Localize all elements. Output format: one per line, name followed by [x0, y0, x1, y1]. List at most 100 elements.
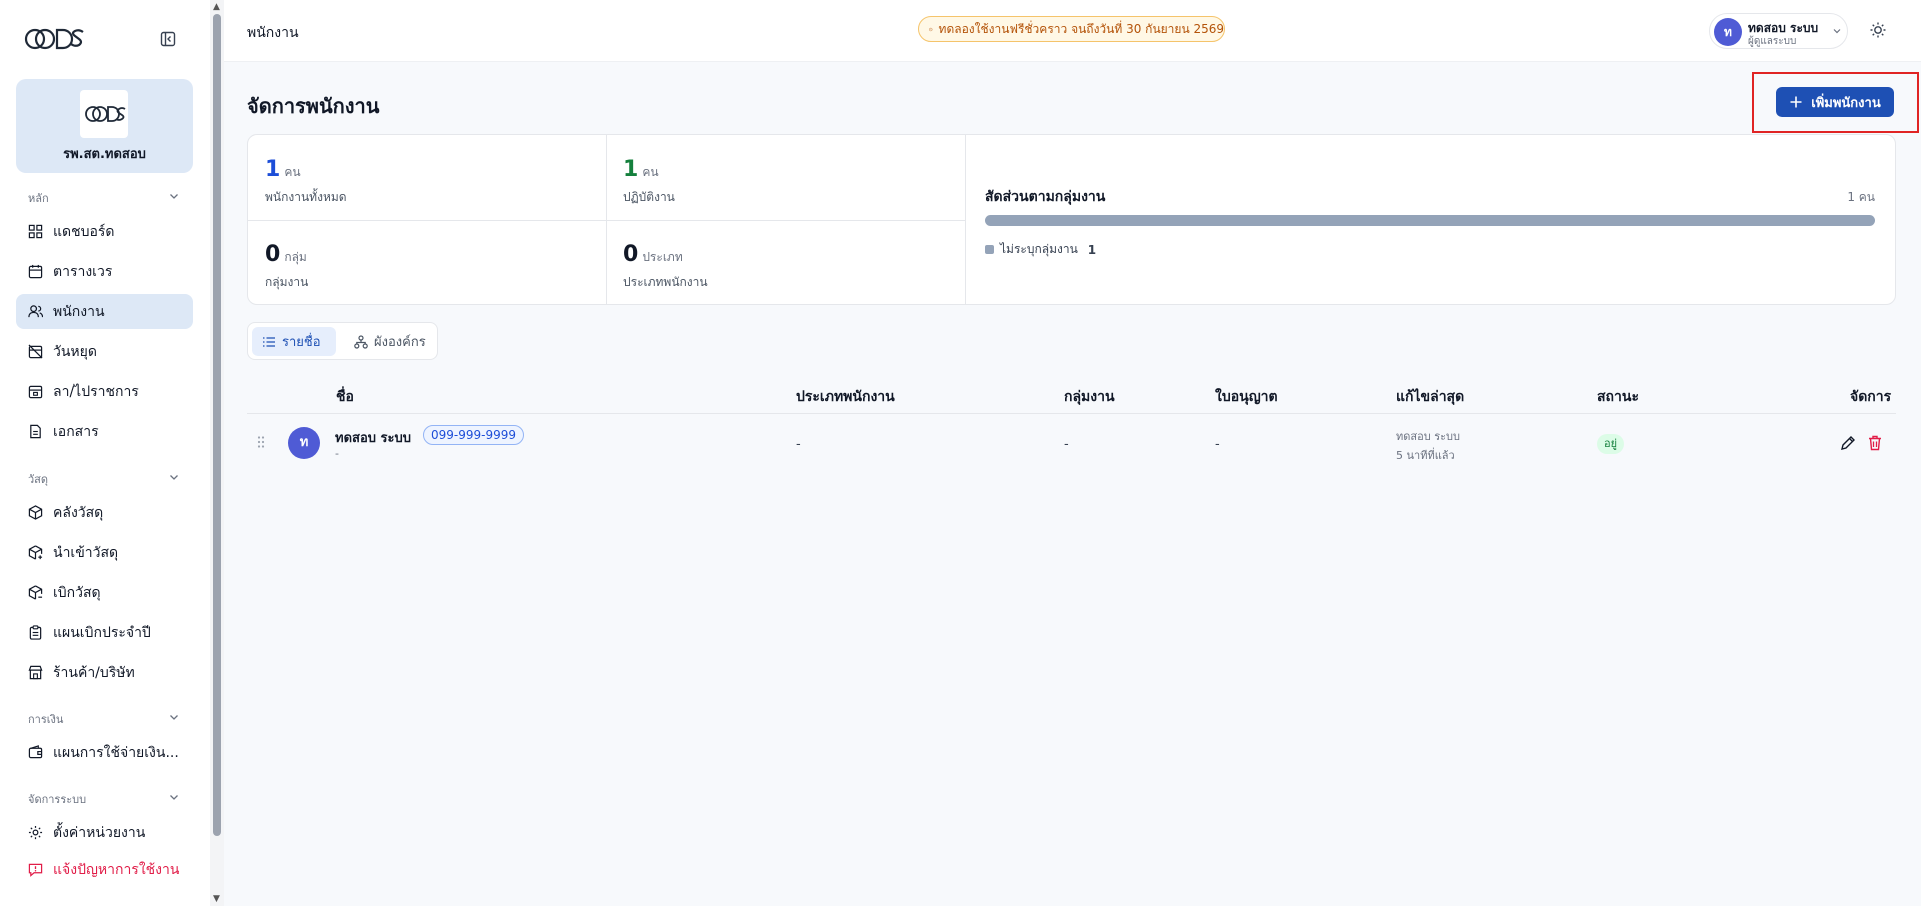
tab-label: ผังองค์กร: [374, 335, 426, 350]
tab-org-chart[interactable]: ผังองค์กร: [344, 327, 436, 356]
stat-value: 0 ประเภท: [623, 242, 683, 267]
scroll-down-arrow-icon[interactable]: ▼: [213, 894, 220, 904]
clipboard-icon: [29, 625, 42, 640]
alert-message-icon: [28, 863, 43, 877]
scroll-up-arrow-icon[interactable]: ▲: [213, 2, 220, 12]
organization-logo: [80, 90, 128, 138]
employee-name[interactable]: ทดสอบ ระบบ: [335, 427, 411, 448]
status-badge: อยู่: [1597, 434, 1625, 454]
column-header-status[interactable]: สถานะ: [1597, 386, 1639, 408]
scroll-thumb[interactable]: [213, 14, 221, 836]
sidebar-item-schedule[interactable]: ตารางเวร: [16, 254, 193, 289]
topbar: พนักงาน ทดลองใช้งานฟรีชั่วคราว จนถึงวันท…: [224, 0, 1921, 62]
sidebar-item-annual-plan[interactable]: แผนเบิกประจำปี: [16, 615, 193, 650]
column-header-updated[interactable]: แก้ไขล่าสุด: [1396, 386, 1464, 408]
stat-value: 0 กลุ่ม: [265, 242, 307, 267]
column-header-group[interactable]: กลุ่มงาน: [1064, 386, 1115, 408]
dashboard-icon: [28, 224, 43, 239]
collapse-sidebar-icon[interactable]: [160, 31, 176, 47]
sidebar-item-inventory[interactable]: คลังวัสดุ: [16, 495, 193, 530]
sidebar-item-leave[interactable]: ลา/ไปราชการ: [16, 374, 193, 409]
sidebar-item-import-materials[interactable]: นำเข้าวัสดุ: [16, 535, 193, 570]
table-header: ชื่อ ประเภทพนักงาน กลุ่มงาน ใบอนุญาต แก้…: [247, 380, 1896, 414]
tab-list[interactable]: รายชื่อ: [252, 327, 336, 356]
stat-label: ประเภทพนักงาน: [623, 275, 708, 289]
stat-label: กลุ่มงาน: [265, 275, 309, 289]
tab-label: รายชื่อ: [282, 335, 321, 350]
add-employee-button[interactable]: เพิ่มพนักงาน: [1776, 87, 1894, 117]
clock-icon: [929, 27, 933, 31]
sidebar-item-withdraw-materials[interactable]: เบิกวัสดุ: [16, 575, 193, 610]
employee-group: -: [1064, 437, 1069, 452]
calendar-off-icon: [28, 344, 43, 359]
section-main[interactable]: หลัก: [28, 189, 180, 205]
sidebar-item-employees[interactable]: พนักงาน: [16, 294, 193, 329]
stats-card: 1 คน พนักงานทั้งหมด 1 คน ปฏิบัติงาน 0 กลุ่ม…: [247, 134, 1896, 305]
sidebar-item-spending-plan[interactable]: แผนการใช้จ่ายเงิน...: [16, 735, 193, 770]
list-icon: [263, 336, 275, 347]
legend-label: ไม่ระบุกลุ่มงาน: [1000, 242, 1078, 256]
sidebar-item-holidays[interactable]: วันหยุด: [16, 334, 193, 369]
user-role: ผู้ดูแลระบบ: [1748, 36, 1797, 47]
chevron-down-icon: [1833, 29, 1841, 34]
sidebar-item-label: ลา/ไปราชการ: [53, 383, 139, 400]
sidebar-item-dashboard[interactable]: แดชบอร์ด: [16, 214, 193, 249]
column-header-manage: จัดการ: [1850, 389, 1892, 405]
column-header-license[interactable]: ใบอนุญาต: [1215, 386, 1278, 408]
avatar: ท: [1714, 18, 1742, 46]
chevron-down-icon: [170, 194, 178, 199]
column-header-type[interactable]: ประเภทพนักงาน: [796, 386, 895, 408]
trial-text: ทดลองใช้งานฟรีชั่วคราว จนถึงวันที่ 30 กั…: [938, 21, 1224, 36]
employee-type: -: [796, 437, 801, 452]
sidebar-item-label: แผนการใช้จ่ายเงิน...: [53, 744, 179, 761]
section-label: วัสดุ: [28, 473, 49, 486]
phone-badge: 099-999-9999: [423, 425, 525, 445]
avatar: ท: [288, 427, 320, 459]
topbar-title: พนักงาน: [247, 25, 299, 41]
section-system[interactable]: จัดการระบบ: [28, 790, 180, 806]
section-materials[interactable]: วัสดุ: [28, 470, 180, 486]
drag-handle-icon[interactable]: [256, 435, 266, 449]
stat-work-groups: 0 กลุ่ม กลุ่มงาน: [248, 220, 606, 305]
legend-value: 1: [1087, 242, 1097, 257]
stat-employee-types: 0 ประเภท ประเภทพนักงาน: [606, 220, 964, 305]
org-chart-icon: [354, 334, 368, 349]
ods-logo-small: [85, 106, 126, 122]
sidebar-item-label: ตารางเวร: [53, 263, 113, 280]
legend-swatch: [985, 245, 994, 254]
employee-license: -: [1215, 437, 1220, 452]
sidebar-scrollbar[interactable]: ▲ ▼: [210, 0, 224, 906]
sidebar-item-label: แผนเบิกประจำปี: [53, 624, 151, 641]
wallet-icon: [28, 745, 43, 759]
trash-icon[interactable]: [1866, 434, 1884, 452]
sidebar-item-report-issue[interactable]: แจ้งปัญหาการใช้งาน: [16, 852, 193, 887]
sidebar-item-label: พนักงาน: [53, 303, 105, 320]
divider: [965, 135, 966, 304]
sidebar-item-label: ตั้งค่าหน่วยงาน: [53, 824, 146, 841]
edit-icon[interactable]: [1839, 434, 1857, 452]
ods-logo: [24, 28, 84, 50]
organization-card[interactable]: รพ.สต.ทดสอบ: [16, 79, 193, 173]
document-icon: [30, 424, 41, 439]
store-icon: [28, 665, 43, 680]
sidebar-item-vendors[interactable]: ร้านค้า/บริษัท: [16, 655, 193, 690]
sidebar-item-label: แดชบอร์ด: [53, 223, 115, 240]
plus-icon: [1790, 96, 1802, 108]
sidebar-item-unit-settings[interactable]: ตั้งค่าหน่วยงาน: [16, 815, 193, 850]
section-finance[interactable]: การเงิน: [28, 710, 180, 726]
group-ratio-total: 1 คน: [1847, 190, 1875, 204]
sun-icon[interactable]: [1869, 21, 1887, 39]
stat-label: ปฏิบัติงาน: [623, 190, 675, 204]
employee-subtitle: -: [335, 447, 339, 460]
sidebar-item-label: เบิกวัสดุ: [53, 584, 101, 601]
sidebar-item-label: แจ้งปัญหาการใช้งาน: [53, 861, 180, 878]
sidebar-item-label: คลังวัสดุ: [53, 504, 104, 521]
column-header-name[interactable]: ชื่อ: [336, 386, 354, 408]
stat-active-employees: 1 คน ปฏิบัติงาน: [606, 135, 964, 220]
page-title: จัดการพนักงาน: [247, 94, 380, 118]
user-menu[interactable]: ท ทดสอบ ระบบ ผู้ดูแลระบบ: [1709, 13, 1848, 49]
table-row[interactable]: ท ทดสอบ ระบบ 099-999-9999 - - - - ทดสอบ …: [247, 415, 1896, 473]
chevron-down-icon: [170, 795, 178, 800]
group-ratio-title: สัดส่วนตามกลุ่มงาน: [985, 189, 1106, 205]
sidebar-item-documents[interactable]: เอกสาร: [16, 414, 193, 449]
